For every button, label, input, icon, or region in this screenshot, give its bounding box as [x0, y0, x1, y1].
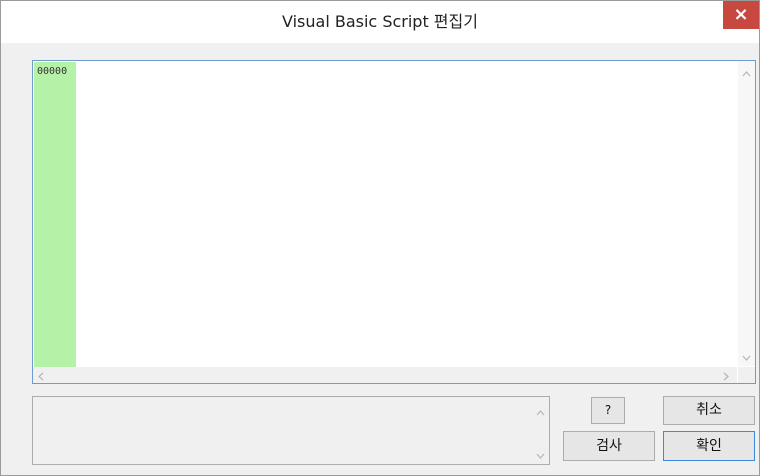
line-number-gutter: 00000 — [34, 62, 76, 367]
close-button[interactable]: × — [723, 1, 759, 29]
chevron-up-icon[interactable] — [536, 406, 545, 419]
title-bar[interactable]: Visual Basic Script 편집기 × — [1, 1, 759, 43]
check-button[interactable]: 검사 — [563, 431, 655, 461]
chevron-down-icon[interactable] — [742, 351, 751, 364]
code-text-area[interactable] — [76, 62, 736, 367]
output-panel[interactable] — [32, 396, 550, 465]
ok-button[interactable]: 확인 — [663, 431, 755, 461]
output-vertical-scrollbar[interactable] — [532, 397, 549, 464]
chevron-down-icon[interactable] — [536, 449, 545, 462]
help-button[interactable]: ? — [591, 397, 625, 424]
code-editor[interactable]: 00000 — [32, 60, 756, 384]
editor-horizontal-scrollbar[interactable] — [33, 367, 737, 383]
line-number: 00000 — [37, 66, 68, 77]
close-icon: × — [733, 4, 749, 25]
window-title: Visual Basic Script 편집기 — [282, 12, 478, 31]
chevron-right-icon[interactable] — [723, 371, 729, 384]
scrollbar-corner — [738, 367, 755, 383]
chevron-up-icon[interactable] — [742, 67, 751, 80]
script-editor-dialog: Visual Basic Script 편집기 × 00000 ? 취소 검사 … — [0, 0, 760, 476]
cancel-button[interactable]: 취소 — [663, 396, 755, 425]
editor-vertical-scrollbar[interactable] — [738, 61, 755, 366]
chevron-left-icon[interactable] — [38, 371, 44, 384]
